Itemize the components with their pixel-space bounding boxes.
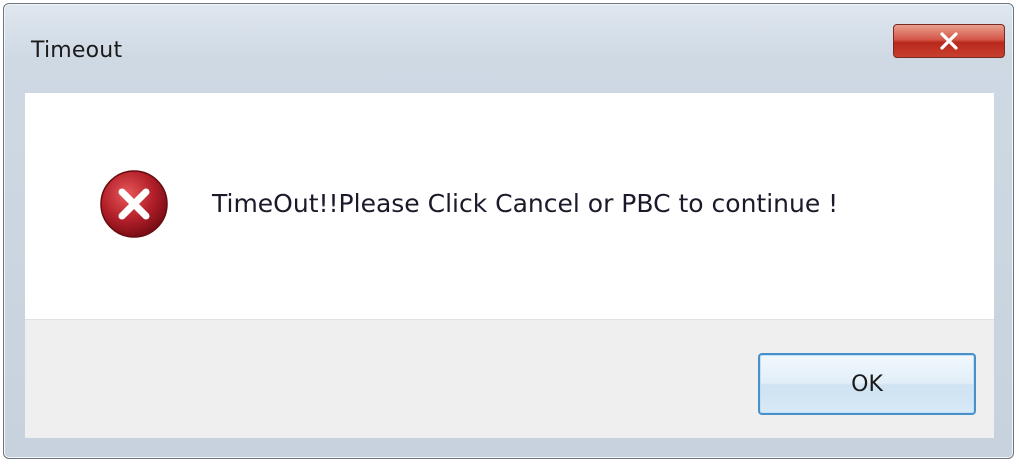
timeout-dialog: Timeout TimeOut!!Please Click Cancel or … xyxy=(3,3,1014,459)
message-area: TimeOut!!Please Click Cancel or PBC to c… xyxy=(25,93,994,319)
ok-button[interactable]: OK xyxy=(758,353,976,415)
button-bar: OK xyxy=(25,319,994,438)
title-bar[interactable]: Timeout xyxy=(4,4,1013,92)
dialog-title: Timeout xyxy=(31,38,123,63)
close-button[interactable] xyxy=(893,24,1005,58)
close-icon xyxy=(940,32,958,50)
error-icon xyxy=(100,170,168,238)
dialog-message: TimeOut!!Please Click Cancel or PBC to c… xyxy=(212,189,839,218)
